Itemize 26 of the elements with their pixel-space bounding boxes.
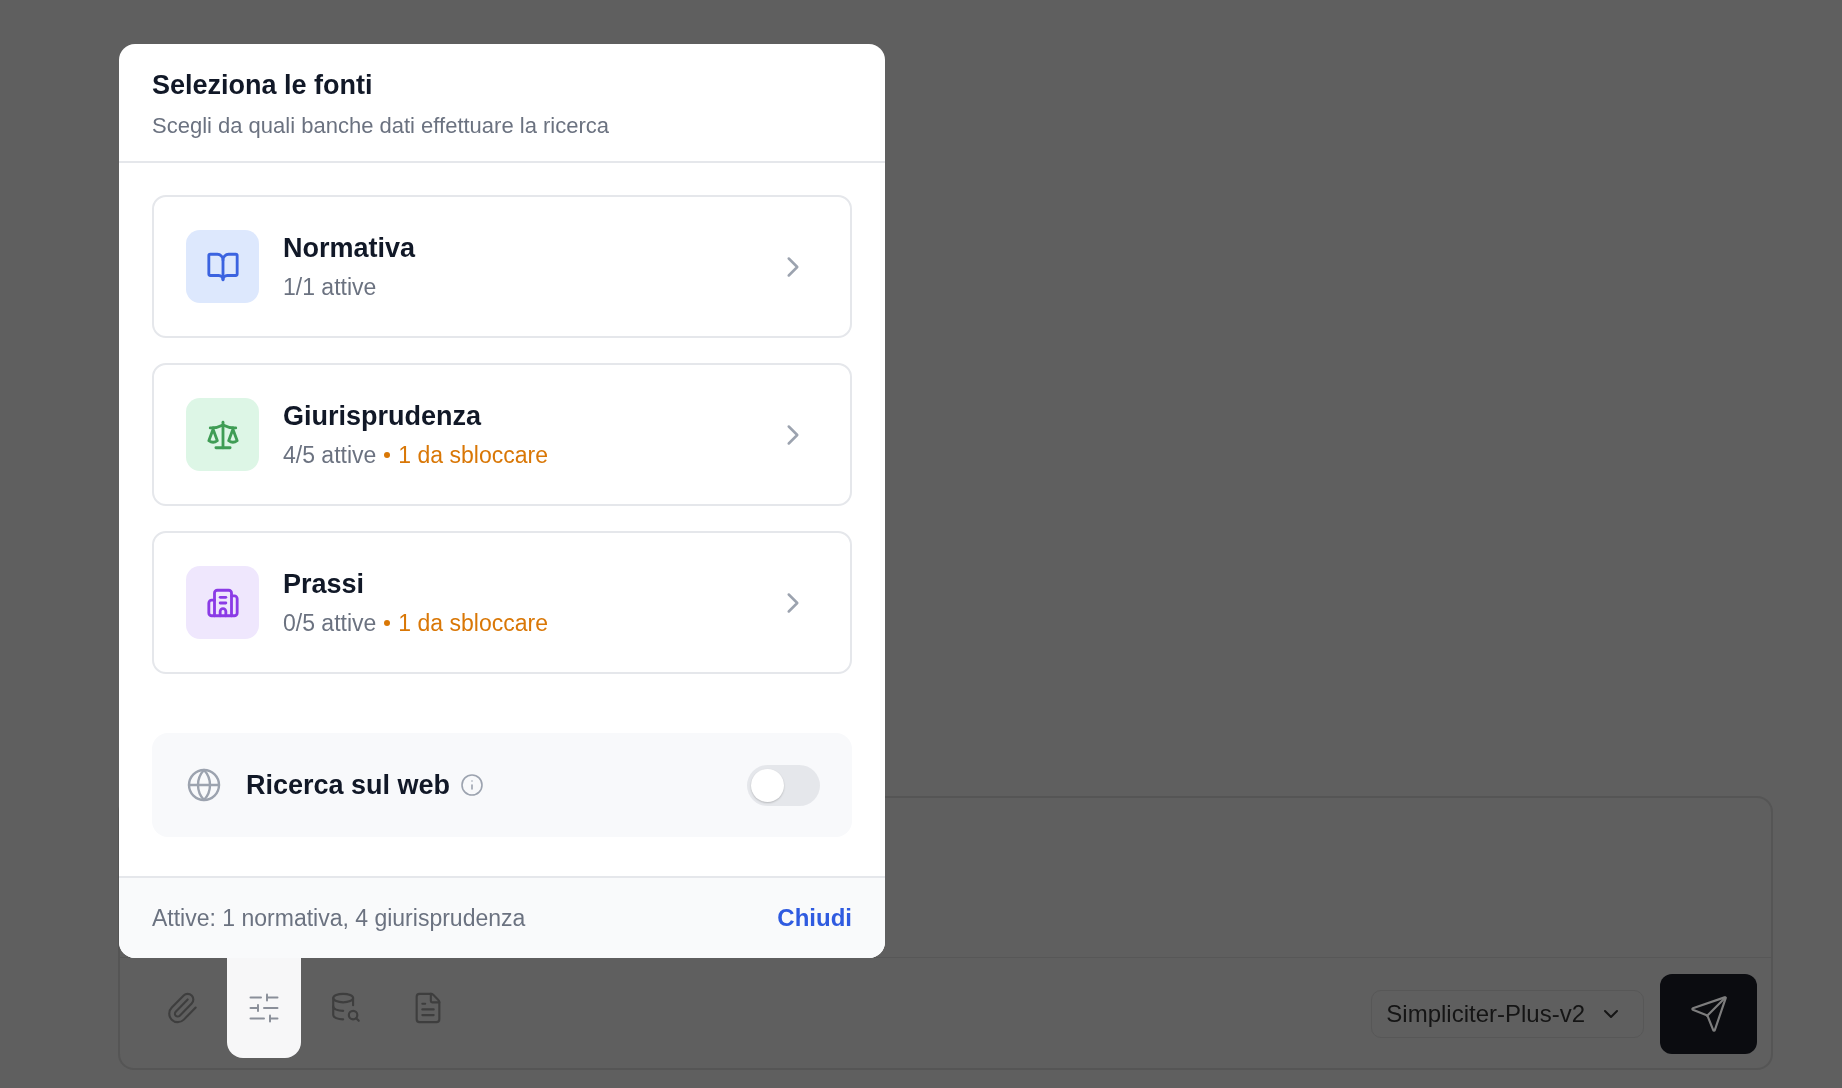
active-summary: Attive: 1 normativa, 4 giurisprudenza bbox=[152, 904, 526, 932]
info-icon[interactable] bbox=[460, 773, 485, 797]
close-link[interactable]: Chiudi bbox=[777, 904, 852, 932]
source-name: Normativa bbox=[283, 232, 417, 264]
paperclip-icon bbox=[165, 991, 199, 1025]
active-count: 4/5 attive bbox=[283, 441, 377, 469]
send-icon bbox=[1688, 994, 1729, 1034]
send-button[interactable] bbox=[1660, 974, 1757, 1054]
separator-dot bbox=[384, 620, 391, 626]
web-search-label: Ricerca sul web bbox=[246, 769, 451, 801]
dialog-subtitle: Scegli da quali banche dati effettuare la ricerca bbox=[152, 113, 610, 139]
source-name: Prassi bbox=[283, 568, 366, 600]
web-search-toggle[interactable] bbox=[747, 764, 820, 806]
source-card[interactable]: Giurisprudenza 4/5 attive 1 da sbloccare bbox=[152, 363, 852, 506]
separator-dot bbox=[384, 452, 391, 458]
source-card[interactable]: Normativa 1/1 attive bbox=[152, 195, 852, 338]
sliders-button[interactable] bbox=[227, 958, 301, 1058]
active-count: 0/5 attive bbox=[283, 609, 377, 637]
database-search-icon bbox=[329, 991, 363, 1025]
source-card[interactable]: Prassi 0/5 attive 1 da sbloccare bbox=[152, 531, 852, 674]
locked-count: 1 da sbloccare bbox=[398, 609, 548, 637]
globe-icon bbox=[186, 767, 222, 803]
locked-count: 1 da sbloccare bbox=[398, 441, 548, 469]
active-count: 1/1 attive bbox=[283, 273, 377, 301]
source-name: Giurisprudenza bbox=[283, 400, 483, 432]
dialog-title: Seleziona le fonti bbox=[152, 70, 374, 101]
